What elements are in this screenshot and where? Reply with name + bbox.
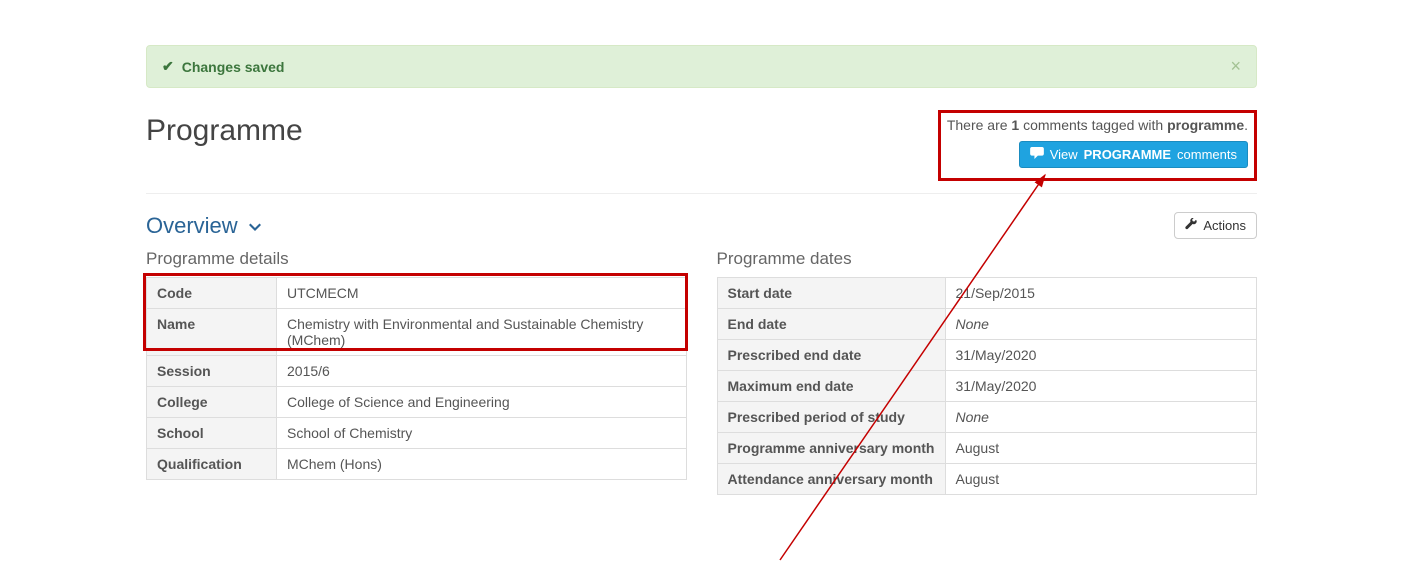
comments-suffix: . [1244,117,1248,133]
row-value: 31/May/2020 [945,340,1257,371]
table-row: Prescribed period of studyNone [717,402,1257,433]
view-btn-bold: PROGRAMME [1084,147,1171,162]
row-value: School of Chemistry [277,418,687,449]
row-value: None [945,402,1257,433]
table-row: SchoolSchool of Chemistry [147,418,687,449]
wrench-icon [1185,218,1197,233]
table-row: Session2015/6 [147,356,687,387]
page-title: Programme [146,114,303,148]
view-btn-suffix: comments [1177,147,1237,162]
row-value: College of Science and Engineering [277,387,687,418]
table-row: CodeUTCMECM [147,278,687,309]
chevron-down-icon [248,213,262,239]
comments-prefix: There are [947,117,1012,133]
comments-summary-box: There are 1 comments tagged with program… [938,110,1257,181]
row-label: Start date [717,278,945,309]
comments-tag: programme [1167,117,1244,133]
details-table: CodeUTCMECMNameChemistry with Environmen… [146,277,687,480]
table-row: Start date21/Sep/2015 [717,278,1257,309]
dates-table: Start date21/Sep/2015End dateNonePrescri… [717,277,1258,495]
details-title: Programme details [146,249,687,269]
alert-message: Changes saved [182,59,285,75]
dates-title: Programme dates [717,249,1258,269]
table-row: QualificationMChem (Hons) [147,449,687,480]
row-label: Name [147,309,277,356]
check-icon: ✔ [162,58,174,75]
row-label: School [147,418,277,449]
row-value: 31/May/2020 [945,371,1257,402]
row-label: Attendance anniversary month [717,464,945,495]
table-row: Programme anniversary monthAugust [717,433,1257,464]
row-value: August [945,464,1257,495]
row-value: 2015/6 [277,356,687,387]
row-label: Session [147,356,277,387]
row-label: Prescribed end date [717,340,945,371]
actions-button[interactable]: Actions [1174,212,1257,239]
columns: Programme details CodeUTCMECMNameChemist… [146,249,1257,495]
overview-toggle[interactable]: Overview [146,213,262,239]
row-label: Code [147,278,277,309]
programme-dates-col: Programme dates Start date21/Sep/2015End… [717,249,1258,495]
row-value: August [945,433,1257,464]
table-row: End dateNone [717,309,1257,340]
page-header: Programme There are 1 comments tagged wi… [146,110,1257,194]
row-label: End date [717,309,945,340]
table-row: Prescribed end date31/May/2020 [717,340,1257,371]
row-label: College [147,387,277,418]
row-value: Chemistry with Environmental and Sustain… [277,309,687,356]
view-btn-prefix: View [1050,147,1078,162]
row-label: Prescribed period of study [717,402,945,433]
actions-label: Actions [1203,218,1246,233]
comments-mid: comments tagged with [1019,117,1167,133]
overview-row: Overview Actions [146,212,1257,239]
table-row: NameChemistry with Environmental and Sus… [147,309,687,356]
row-value: None [945,309,1257,340]
programme-details-col: Programme details CodeUTCMECMNameChemist… [146,249,687,495]
comments-summary-text: There are 1 comments tagged with program… [947,117,1248,133]
alert-close-button[interactable]: × [1230,56,1241,77]
row-label: Qualification [147,449,277,480]
speech-bubble-icon [1030,147,1044,162]
row-label: Maximum end date [717,371,945,402]
alert-success: ✔ Changes saved × [146,45,1257,88]
table-row: Attendance anniversary monthAugust [717,464,1257,495]
row-label: Programme anniversary month [717,433,945,464]
row-value: 21/Sep/2015 [945,278,1257,309]
table-row: CollegeCollege of Science and Engineerin… [147,387,687,418]
row-value: UTCMECM [277,278,687,309]
table-row: Maximum end date31/May/2020 [717,371,1257,402]
row-value: MChem (Hons) [277,449,687,480]
overview-label: Overview [146,213,238,239]
view-comments-button[interactable]: View PROGRAMME comments [1019,141,1248,168]
